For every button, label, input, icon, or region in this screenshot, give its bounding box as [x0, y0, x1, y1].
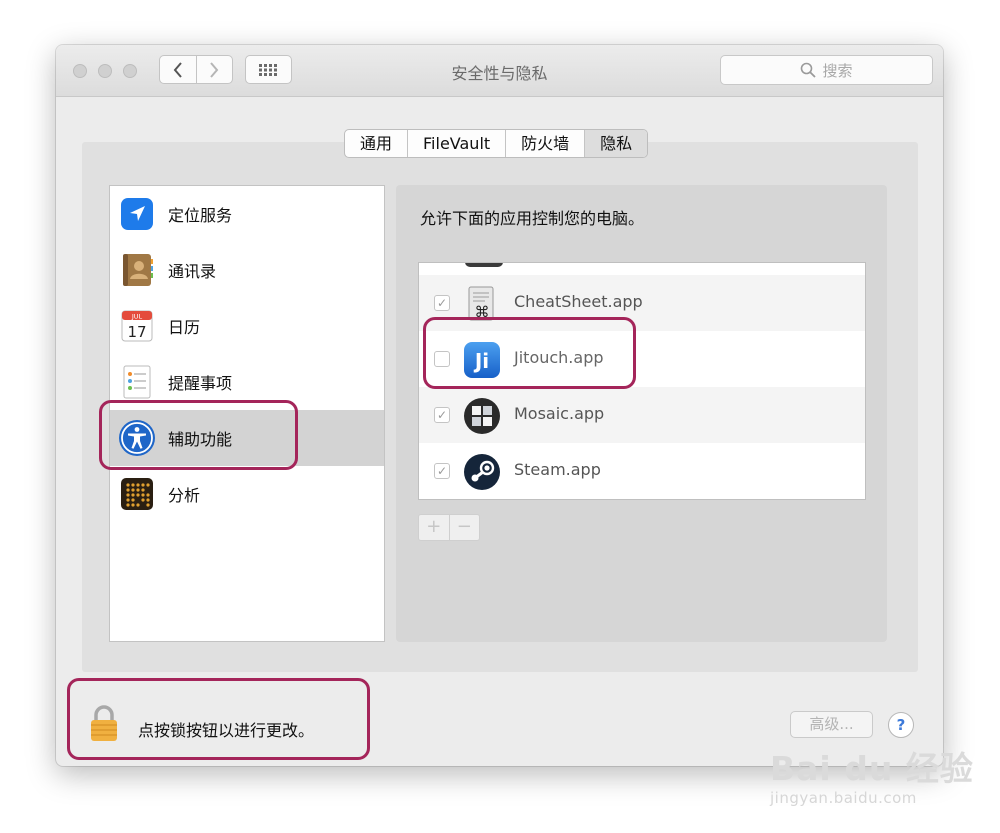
app-checkbox[interactable]: ✓ [434, 407, 450, 423]
svg-text:Ji: Ji [473, 349, 489, 373]
app-name: Steam.app [514, 460, 601, 479]
partial-app-icon [465, 263, 503, 267]
app-row-cheatsheet[interactable]: ✓ ⌘ CheatSheet.app [419, 275, 865, 331]
svg-text:⌘: ⌘ [475, 303, 490, 321]
sidebar-item-label: 日历 [168, 318, 201, 337]
search-icon [801, 62, 817, 78]
reminders-icon [123, 365, 151, 399]
app-name: Mosaic.app [514, 404, 605, 423]
panel-description: 允许下面的应用控制您的电脑。 [420, 209, 645, 228]
sidebar-item-contacts[interactable]: 通讯录 [110, 242, 384, 298]
analytics-icon [121, 478, 153, 510]
padlock-icon[interactable] [88, 704, 120, 742]
calendar-icon: JUL 17 [121, 310, 153, 342]
tab-firewall[interactable]: 防火墙 [505, 130, 584, 157]
jitouch-icon: Ji [464, 342, 500, 378]
preferences-window: 安全性与隐私 搜索 定位服务 通讯录 JUL 17 日历 提醒事项 辅助功能 分… [56, 45, 943, 766]
tab-privacy[interactable]: 隐私 [584, 130, 648, 157]
sidebar-item-calendar[interactable]: JUL 17 日历 [110, 298, 384, 354]
search-placeholder: 搜索 [822, 61, 853, 80]
app-row-mosaic[interactable]: ✓ Mosaic.app [419, 387, 865, 443]
help-button[interactable]: ? [888, 712, 914, 738]
add-remove-controls: + − [418, 514, 480, 541]
privacy-category-list[interactable]: 定位服务 通讯录 JUL 17 日历 提醒事项 辅助功能 分析 [109, 185, 385, 642]
contacts-icon [123, 254, 153, 286]
accessibility-panel: 允许下面的应用控制您的电脑。 ✓ ⌘ CheatSheet.app Ji Jit… [396, 185, 887, 642]
lock-instruction: 点按锁按钮以进行更改。 [138, 721, 315, 740]
app-row-jitouch[interactable]: Ji Jitouch.app [419, 331, 865, 387]
steam-icon [464, 454, 500, 490]
mosaic-icon [464, 398, 500, 434]
sidebar-item-label: 通讯录 [168, 262, 217, 281]
remove-app-button[interactable]: − [448, 515, 480, 540]
cheatsheet-icon: ⌘ [468, 286, 494, 321]
content-pane: 定位服务 通讯录 JUL 17 日历 提醒事项 辅助功能 分析 允许下面的应用控… [82, 142, 918, 672]
search-field[interactable]: 搜索 [720, 55, 933, 85]
app-checkbox[interactable]: ✓ [434, 463, 450, 479]
sidebar-item-accessibility[interactable]: 辅助功能 [110, 410, 384, 466]
sidebar-item-location[interactable]: 定位服务 [110, 186, 384, 242]
sidebar-item-label: 辅助功能 [168, 430, 233, 449]
tab-general[interactable]: 通用 [345, 130, 407, 157]
app-row-steam[interactable]: ✓ Steam.app [419, 443, 865, 499]
svg-text:JUL: JUL [131, 313, 143, 321]
app-checkbox[interactable]: ✓ [434, 295, 450, 311]
sidebar-item-label: 定位服务 [168, 206, 233, 225]
tab-filevault[interactable]: FileVault [407, 130, 505, 157]
location-icon [121, 198, 153, 230]
sidebar-item-reminders[interactable]: 提醒事项 [110, 354, 384, 410]
add-app-button[interactable]: + [419, 515, 449, 540]
watermark-url: jingyan.baidu.com [770, 789, 917, 807]
svg-text:17: 17 [127, 323, 146, 341]
app-name: CheatSheet.app [514, 292, 643, 311]
tab-bar: 通用 FileVault 防火墙 隐私 [344, 129, 649, 158]
app-checkbox[interactable] [434, 351, 450, 367]
baidu-watermark: Bai du 经验 jingyan.baidu.com [770, 742, 990, 812]
accessibility-icon [119, 420, 155, 456]
app-name: Jitouch.app [514, 348, 604, 367]
watermark-logo: Bai du 经验 [770, 749, 974, 788]
title-bar: 安全性与隐私 搜索 [56, 45, 943, 97]
sidebar-item-label: 提醒事项 [168, 374, 233, 393]
advanced-button[interactable]: 高级... [790, 711, 873, 738]
lock-control[interactable]: 点按锁按钮以进行更改。 [86, 700, 346, 744]
sidebar-item-analytics[interactable]: 分析 [110, 466, 384, 522]
app-list[interactable]: ✓ ⌘ CheatSheet.app Ji Jitouch.app ✓ Mosa… [418, 262, 866, 500]
sidebar-item-label: 分析 [168, 486, 201, 505]
